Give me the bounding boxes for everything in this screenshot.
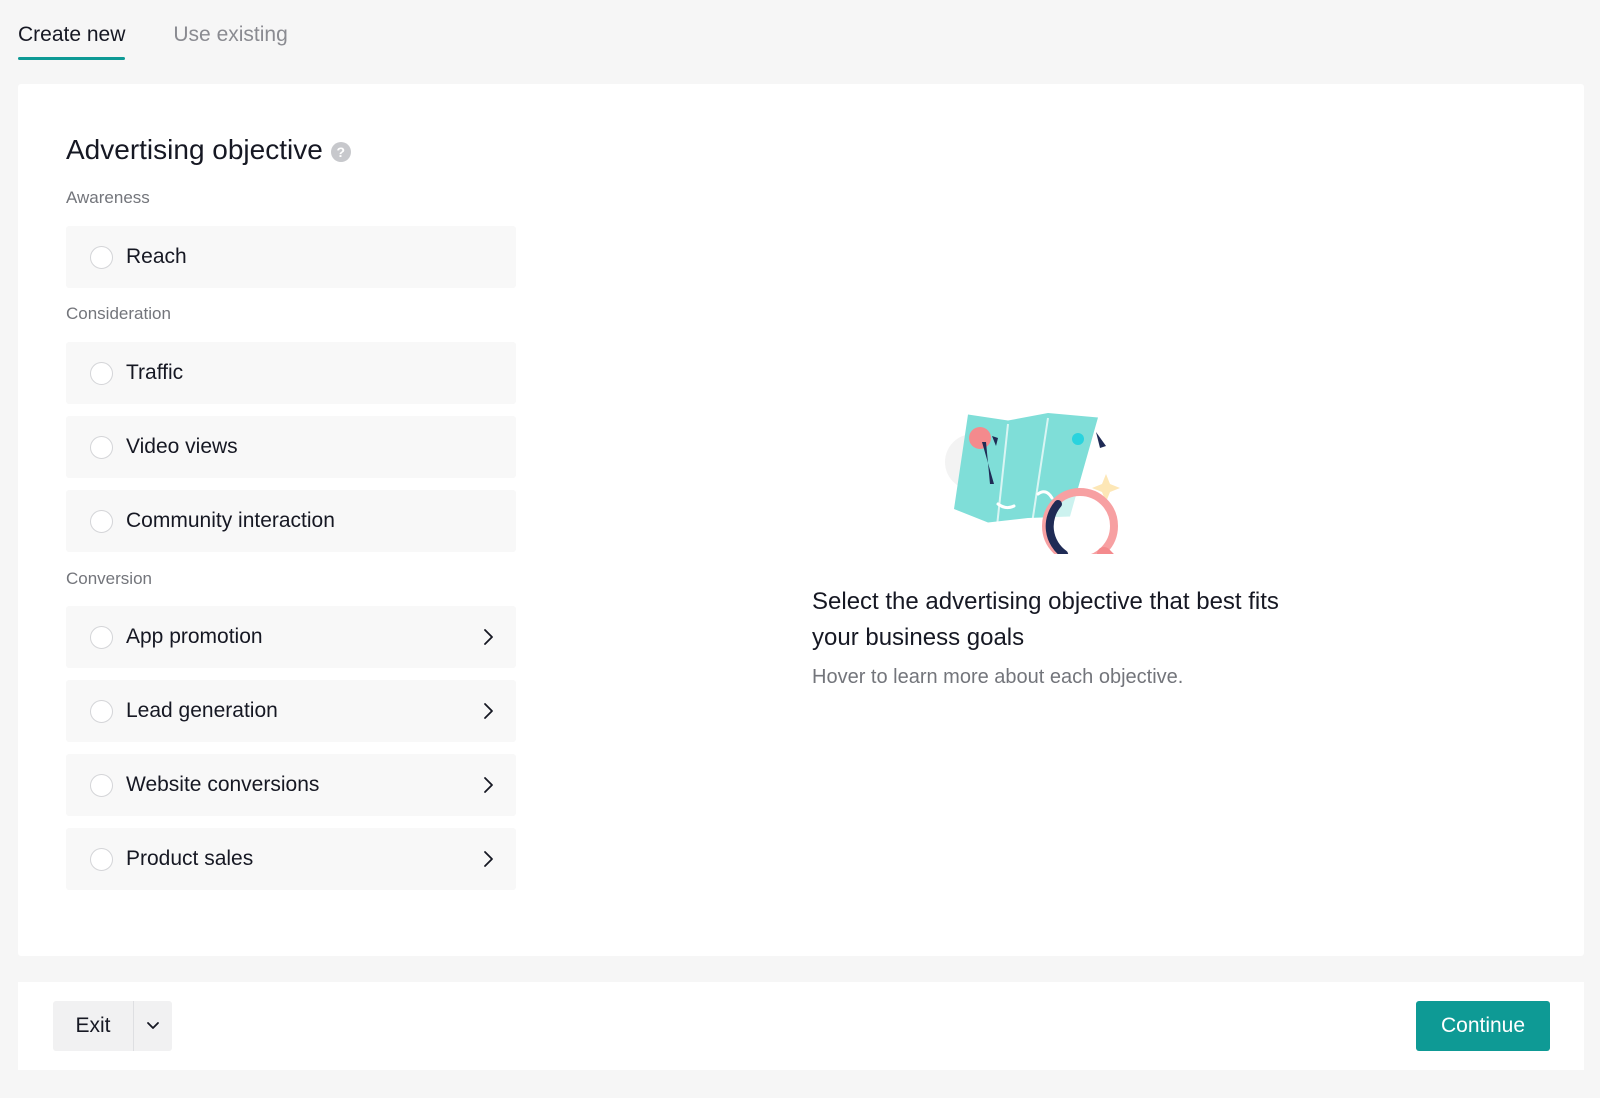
group-label-conversion: Conversion (66, 569, 152, 588)
option-reach[interactable]: Reach (66, 226, 516, 288)
advertising-objective-title: Advertising objective (66, 134, 323, 165)
exit-split-button: Exit (53, 1001, 172, 1051)
option-lead-generation[interactable]: Lead generation (66, 680, 516, 742)
chevron-down-icon (147, 1022, 159, 1029)
option-label: Reach (126, 245, 187, 268)
radio-button[interactable] (90, 625, 113, 649)
section-title: Advertising objective ? (66, 134, 351, 166)
option-label: Website conversions (126, 773, 320, 796)
option-video-views[interactable]: Video views (66, 416, 516, 478)
option-label: Video views (126, 435, 238, 458)
option-label: App promotion (126, 625, 263, 648)
tab-use-existing[interactable]: Use existing (173, 0, 287, 62)
chevron-right-icon (484, 703, 493, 719)
option-product-sales[interactable]: Product sales (66, 828, 516, 890)
chevron-right-icon (484, 851, 493, 867)
exit-button[interactable]: Exit (53, 1001, 133, 1051)
info-subtitle: Hover to learn more about each objective… (812, 666, 1184, 688)
option-label: Traffic (126, 361, 184, 384)
option-label: Community interaction (126, 509, 335, 532)
group-label-awareness: Awareness (66, 188, 150, 207)
question-circle-icon[interactable]: ? (330, 141, 351, 162)
option-website-conversions[interactable]: Website conversions (66, 754, 516, 816)
tab-create-new[interactable]: Create new (18, 0, 126, 62)
option-community-interaction[interactable]: Community interaction (66, 490, 516, 552)
map-magnifier-illustration (945, 413, 1120, 554)
objective-card: Advertising objective ? Awareness Reach … (18, 84, 1584, 956)
chevron-right-icon (484, 777, 493, 793)
chevron-right-icon (484, 629, 493, 645)
radio-button[interactable] (90, 773, 113, 797)
radio-button[interactable] (90, 245, 113, 269)
radio-button[interactable] (90, 847, 113, 871)
radio-button[interactable] (90, 699, 113, 723)
option-label: Product sales (126, 847, 254, 870)
option-app-promotion[interactable]: App promotion (66, 606, 516, 668)
exit-dropdown-button[interactable] (134, 1001, 172, 1051)
radio-button[interactable] (90, 509, 113, 533)
radio-button[interactable] (90, 361, 113, 385)
info-title: Select the advertising objective that be… (812, 588, 1279, 651)
option-label: Lead generation (126, 699, 278, 722)
objective-tabs: Create new Use existing (18, 0, 288, 62)
footer-bar: Exit Continue (18, 982, 1584, 1070)
option-traffic[interactable]: Traffic (66, 342, 516, 404)
continue-button[interactable]: Continue (1416, 1001, 1550, 1051)
radio-button[interactable] (90, 435, 113, 459)
group-label-consideration: Consideration (66, 304, 171, 323)
